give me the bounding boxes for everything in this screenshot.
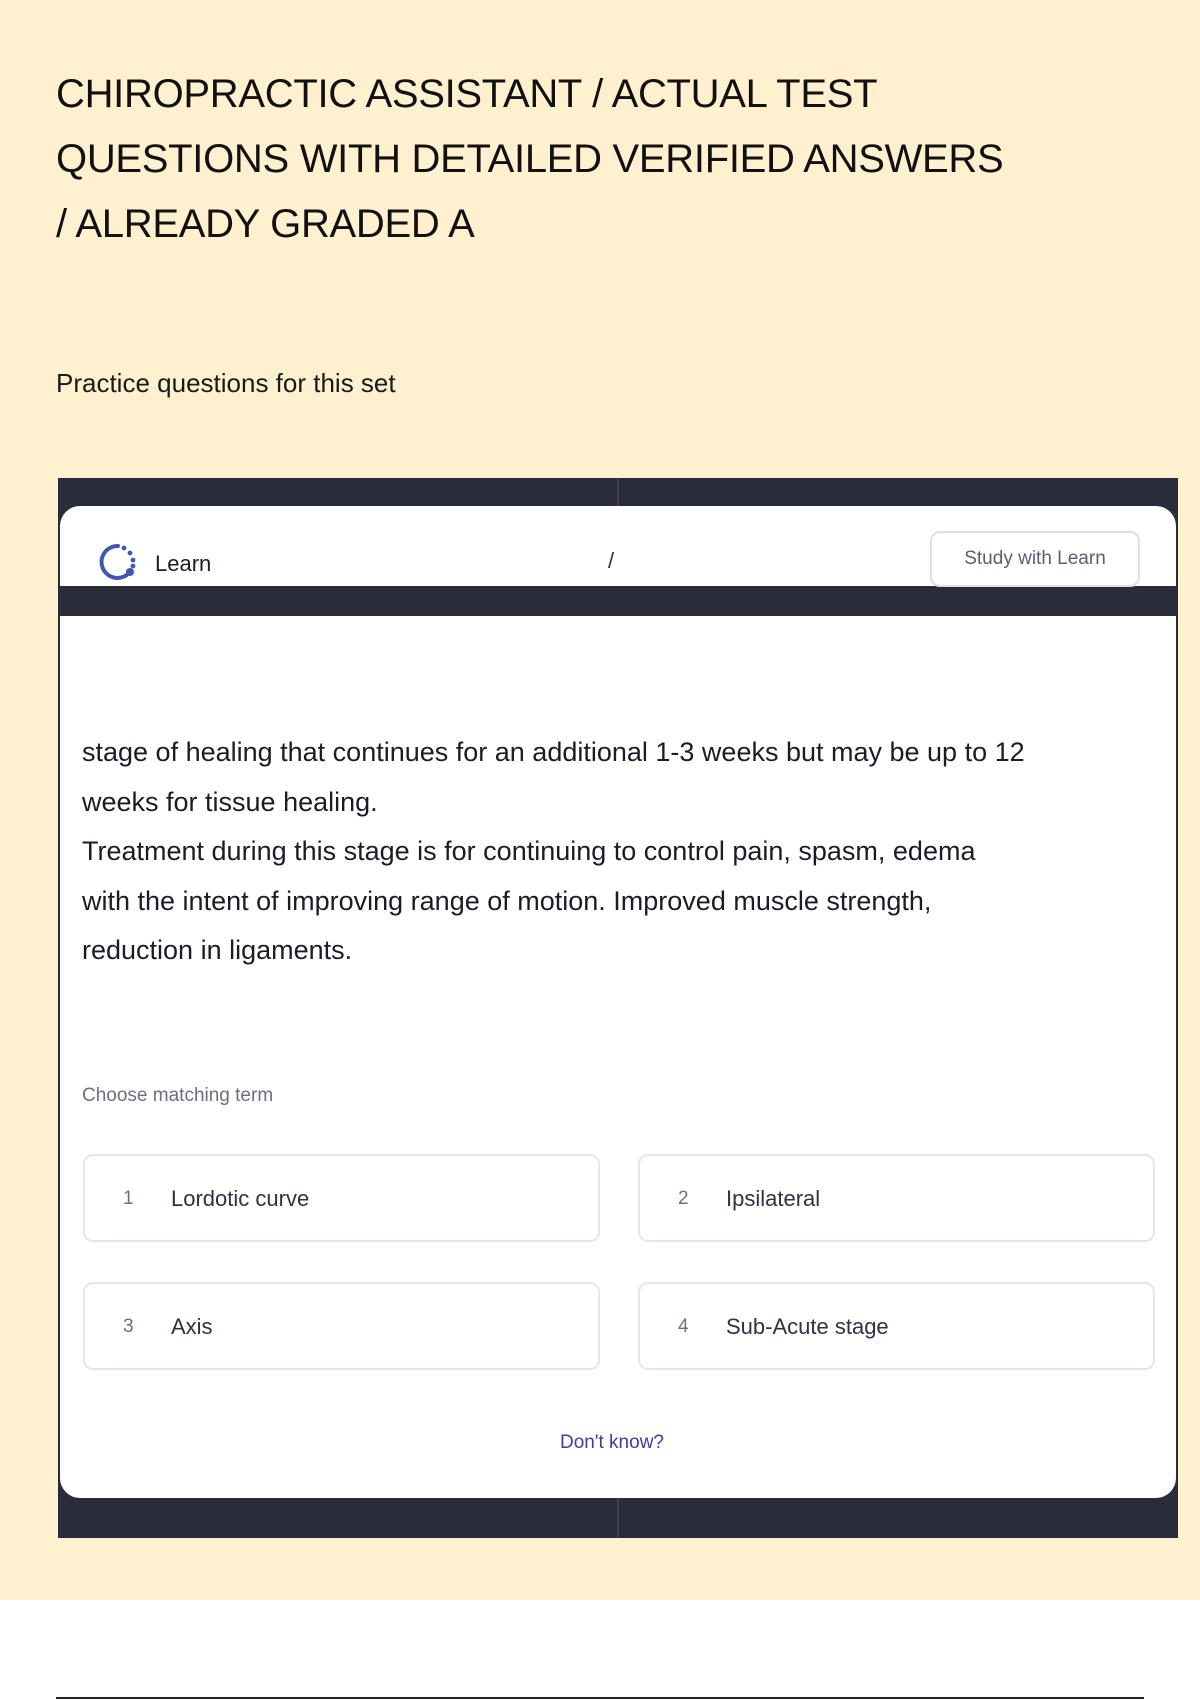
study-with-learn-button[interactable]: Study with Learn <box>930 531 1140 587</box>
answer-option-2[interactable]: 2 Ipsilateral <box>638 1154 1155 1242</box>
document-title-line: / ALREADY GRADED A <box>56 202 475 246</box>
answer-option-4[interactable]: 4 Sub-Acute stage <box>638 1282 1155 1370</box>
definition-line: with the intent of improving range of mo… <box>82 885 932 916</box>
answer-option-3[interactable]: 3 Axis <box>83 1282 600 1370</box>
answer-option-1[interactable]: 1 Lordotic curve <box>83 1154 600 1242</box>
option-term: Ipsilateral <box>726 1186 821 1211</box>
option-number: 1 <box>123 1188 134 1209</box>
document-title-line: QUESTIONS WITH DETAILED VERIFIED ANSWERS <box>56 137 1004 181</box>
definition-line: weeks for tissue healing. <box>82 786 378 817</box>
option-number: 4 <box>678 1316 689 1337</box>
option-term: Axis <box>171 1314 213 1339</box>
document-subtitle: Practice questions for this set <box>56 368 396 398</box>
definition-line: Treatment during this stage is for conti… <box>82 836 976 866</box>
option-term: Sub-Acute stage <box>726 1314 889 1339</box>
option-number: 2 <box>678 1188 689 1209</box>
document-title-line: CHIROPRACTIC ASSISTANT / ACTUAL TEST <box>56 72 878 116</box>
definition-line: stage of healing that continues for an a… <box>82 737 1025 767</box>
learn-mode-label: Learn <box>155 551 212 576</box>
frame-divider <box>617 478 619 508</box>
question-definition: stage of healing that continues for an a… <box>82 728 1082 976</box>
option-number: 3 <box>123 1316 134 1337</box>
frame-divider <box>617 1498 619 1538</box>
footer-divider <box>56 1697 1144 1699</box>
progress-separator: / <box>608 548 615 573</box>
choose-term-prompt: Choose matching term <box>82 1085 274 1106</box>
definition-line: reduction in ligaments. <box>82 935 353 965</box>
learn-icon <box>99 543 136 580</box>
option-term: Lordotic curve <box>171 1186 310 1211</box>
dont-know-link[interactable]: Don't know? <box>500 1432 724 1454</box>
document-title: CHIROPRACTIC ASSISTANT / ACTUAL TEST QUE… <box>56 62 1136 257</box>
